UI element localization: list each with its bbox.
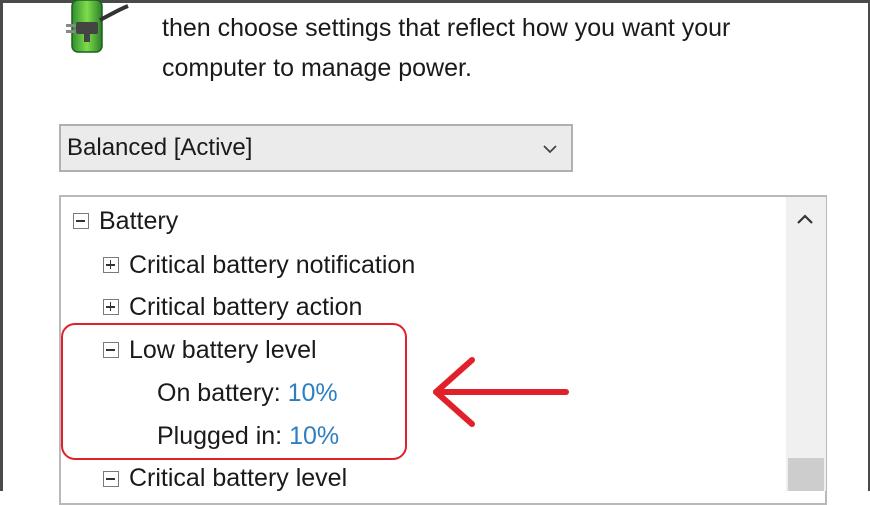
instructions-line-1: then choose settings that reflect how yo… [162, 14, 731, 42]
scrollbar-thumb[interactable] [788, 458, 824, 491]
expand-critical-notification-icon[interactable] [103, 257, 119, 273]
tree-node-critical-battery-action[interactable]: Critical battery action [129, 292, 362, 322]
collapse-battery-icon[interactable] [73, 213, 89, 229]
tree-node-battery[interactable]: Battery [99, 206, 178, 236]
collapse-critical-battery-level-icon[interactable] [103, 471, 119, 487]
tree-scrollbar[interactable] [786, 197, 826, 491]
instructions-text: then choose settings that reflect how yo… [162, 8, 852, 88]
power-plug-icon [66, 0, 129, 53]
highlight-box [61, 323, 407, 460]
power-plan-selected-value: Balanced [Active] [67, 134, 253, 161]
tree-node-critical-battery-notification[interactable]: Critical battery notification [129, 250, 415, 280]
tree-node-critical-battery-level[interactable]: Critical battery level [129, 463, 347, 493]
instructions-line-2: computer to manage power. [162, 54, 472, 82]
power-plan-dropdown[interactable]: Balanced [Active] [59, 124, 573, 172]
expand-critical-action-icon[interactable] [103, 299, 119, 315]
chevron-down-icon [543, 145, 557, 154]
left-arrow-icon [433, 357, 569, 427]
scroll-up-arrow-icon[interactable] [795, 210, 815, 230]
